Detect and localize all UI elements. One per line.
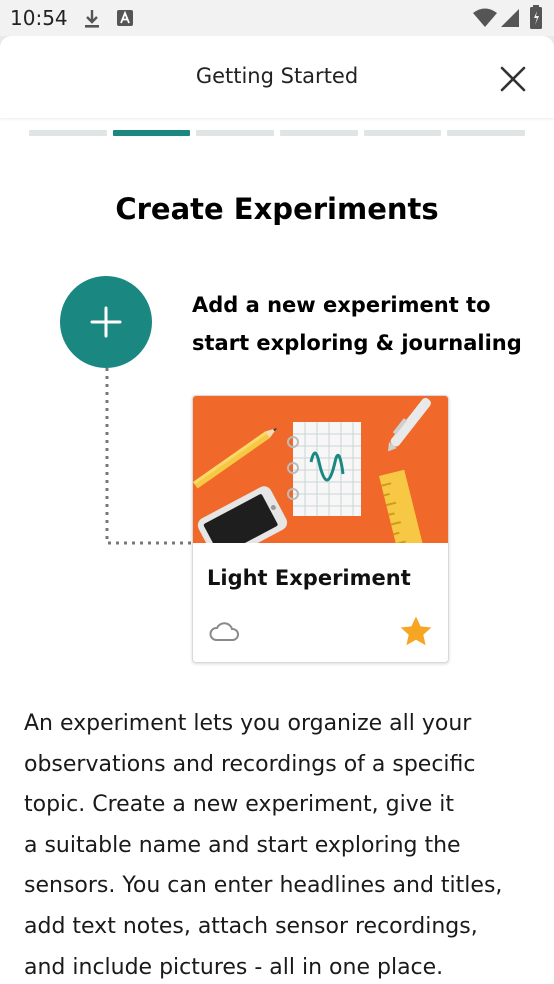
sheet-header: Getting Started [0, 36, 554, 118]
page-heading: Create Experiments [115, 192, 439, 226]
card-title: Light Experiment [207, 566, 411, 590]
description-line: topic. Create a new experiment, give it [24, 792, 454, 818]
description-line: and include pictures - all in one place. [24, 954, 444, 980]
download-icon [85, 10, 99, 28]
close-button[interactable] [494, 60, 532, 98]
star-icon[interactable] [399, 615, 433, 647]
getting-started-sheet: Getting Started Create Experiments Add a… [0, 36, 554, 984]
experiment-illustration [193, 396, 448, 543]
callout-line-2: start exploring & journaling [192, 331, 522, 355]
description-line: An experiment lets you organize all your [24, 711, 472, 736]
description-line: add text notes, attach sensor recordings… [24, 913, 478, 939]
dotted-connector [105, 368, 194, 545]
status-bar: 10:54 [0, 0, 554, 36]
progress-step-1 [29, 130, 107, 136]
progress-step-4 [280, 130, 358, 136]
cloud-icon [209, 622, 239, 641]
callout-line-1: Add a new experiment to [192, 293, 491, 317]
description-line: a suitable name and start exploring the [24, 832, 461, 858]
description-line: sensors. You can enter headlines and tit… [24, 873, 503, 899]
close-icon [500, 66, 526, 92]
a-badge-icon [117, 10, 133, 26]
experiment-card[interactable]: Light Experiment [192, 395, 449, 663]
battery-icon [530, 5, 542, 29]
status-time: 10:54 [10, 6, 68, 30]
progress-indicator [29, 130, 526, 136]
wifi-icon [473, 8, 497, 27]
sheet-title: Getting Started [195, 64, 359, 88]
callout-text: Add a new experiment to start exploring … [192, 286, 532, 362]
progress-step-5 [363, 130, 442, 136]
add-experiment-button[interactable] [60, 276, 152, 368]
progress-step-2 [112, 130, 191, 136]
progress-step-3 [196, 130, 275, 136]
progress-step-6 [447, 130, 526, 136]
description-line: observations and recordings of a specifi… [24, 751, 476, 777]
plus-icon [90, 306, 122, 338]
signal-icon [501, 9, 519, 27]
description-text: An experiment lets you organize all your… [24, 704, 544, 984]
